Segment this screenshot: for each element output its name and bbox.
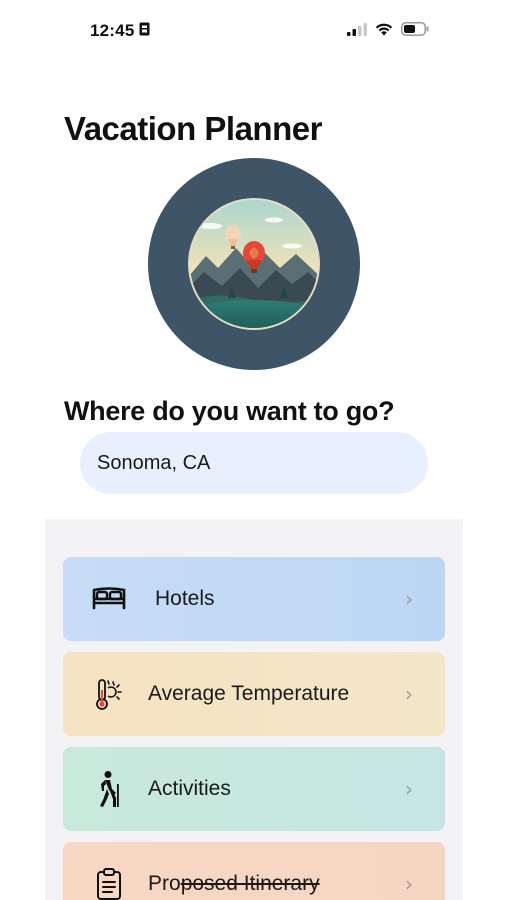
option-label: Proposed Itinerary bbox=[148, 872, 320, 896]
hot-air-balloon-mountains-illustration bbox=[188, 198, 320, 330]
thermometer-sun-icon bbox=[89, 674, 129, 714]
clipboard-icon bbox=[89, 864, 129, 900]
option-label-prefix: Pro bbox=[148, 872, 181, 895]
status-time: 12:45 bbox=[90, 21, 135, 40]
option-label-struck: posed Itinerary bbox=[180, 872, 320, 895]
option-label: Hotels bbox=[155, 587, 215, 610]
destination-question: Where do you want to go? bbox=[64, 396, 395, 426]
chevron-right-icon: › bbox=[405, 587, 413, 611]
option-average-temperature[interactable]: Average Temperature › bbox=[63, 652, 445, 736]
status-icons bbox=[347, 22, 429, 41]
hiker-icon bbox=[89, 769, 129, 809]
option-activities[interactable]: Activities › bbox=[63, 747, 445, 831]
status-bar: 12:45 bbox=[0, 0, 507, 60]
wifi-icon bbox=[375, 23, 393, 41]
status-time-group: 12:45 bbox=[90, 21, 150, 41]
chevron-right-icon: › bbox=[405, 872, 413, 896]
cellular-signal-icon bbox=[347, 22, 367, 41]
option-label: Activities bbox=[148, 777, 231, 800]
chevron-right-icon: › bbox=[405, 777, 413, 801]
destination-input[interactable] bbox=[80, 432, 428, 494]
page-title: Vacation Planner bbox=[64, 110, 322, 147]
option-proposed-itinerary[interactable]: Proposed Itinerary › bbox=[63, 842, 445, 900]
option-hotels[interactable]: Hotels › bbox=[63, 557, 445, 641]
options-list: Hotels › Average Temperature › Activitie… bbox=[45, 519, 463, 900]
sim-card-icon bbox=[139, 21, 150, 41]
hero-illustration bbox=[148, 158, 360, 370]
battery-icon bbox=[401, 22, 429, 41]
option-label: Average Temperature bbox=[148, 682, 350, 705]
bed-icon bbox=[89, 579, 129, 619]
chevron-right-icon: › bbox=[405, 682, 413, 706]
